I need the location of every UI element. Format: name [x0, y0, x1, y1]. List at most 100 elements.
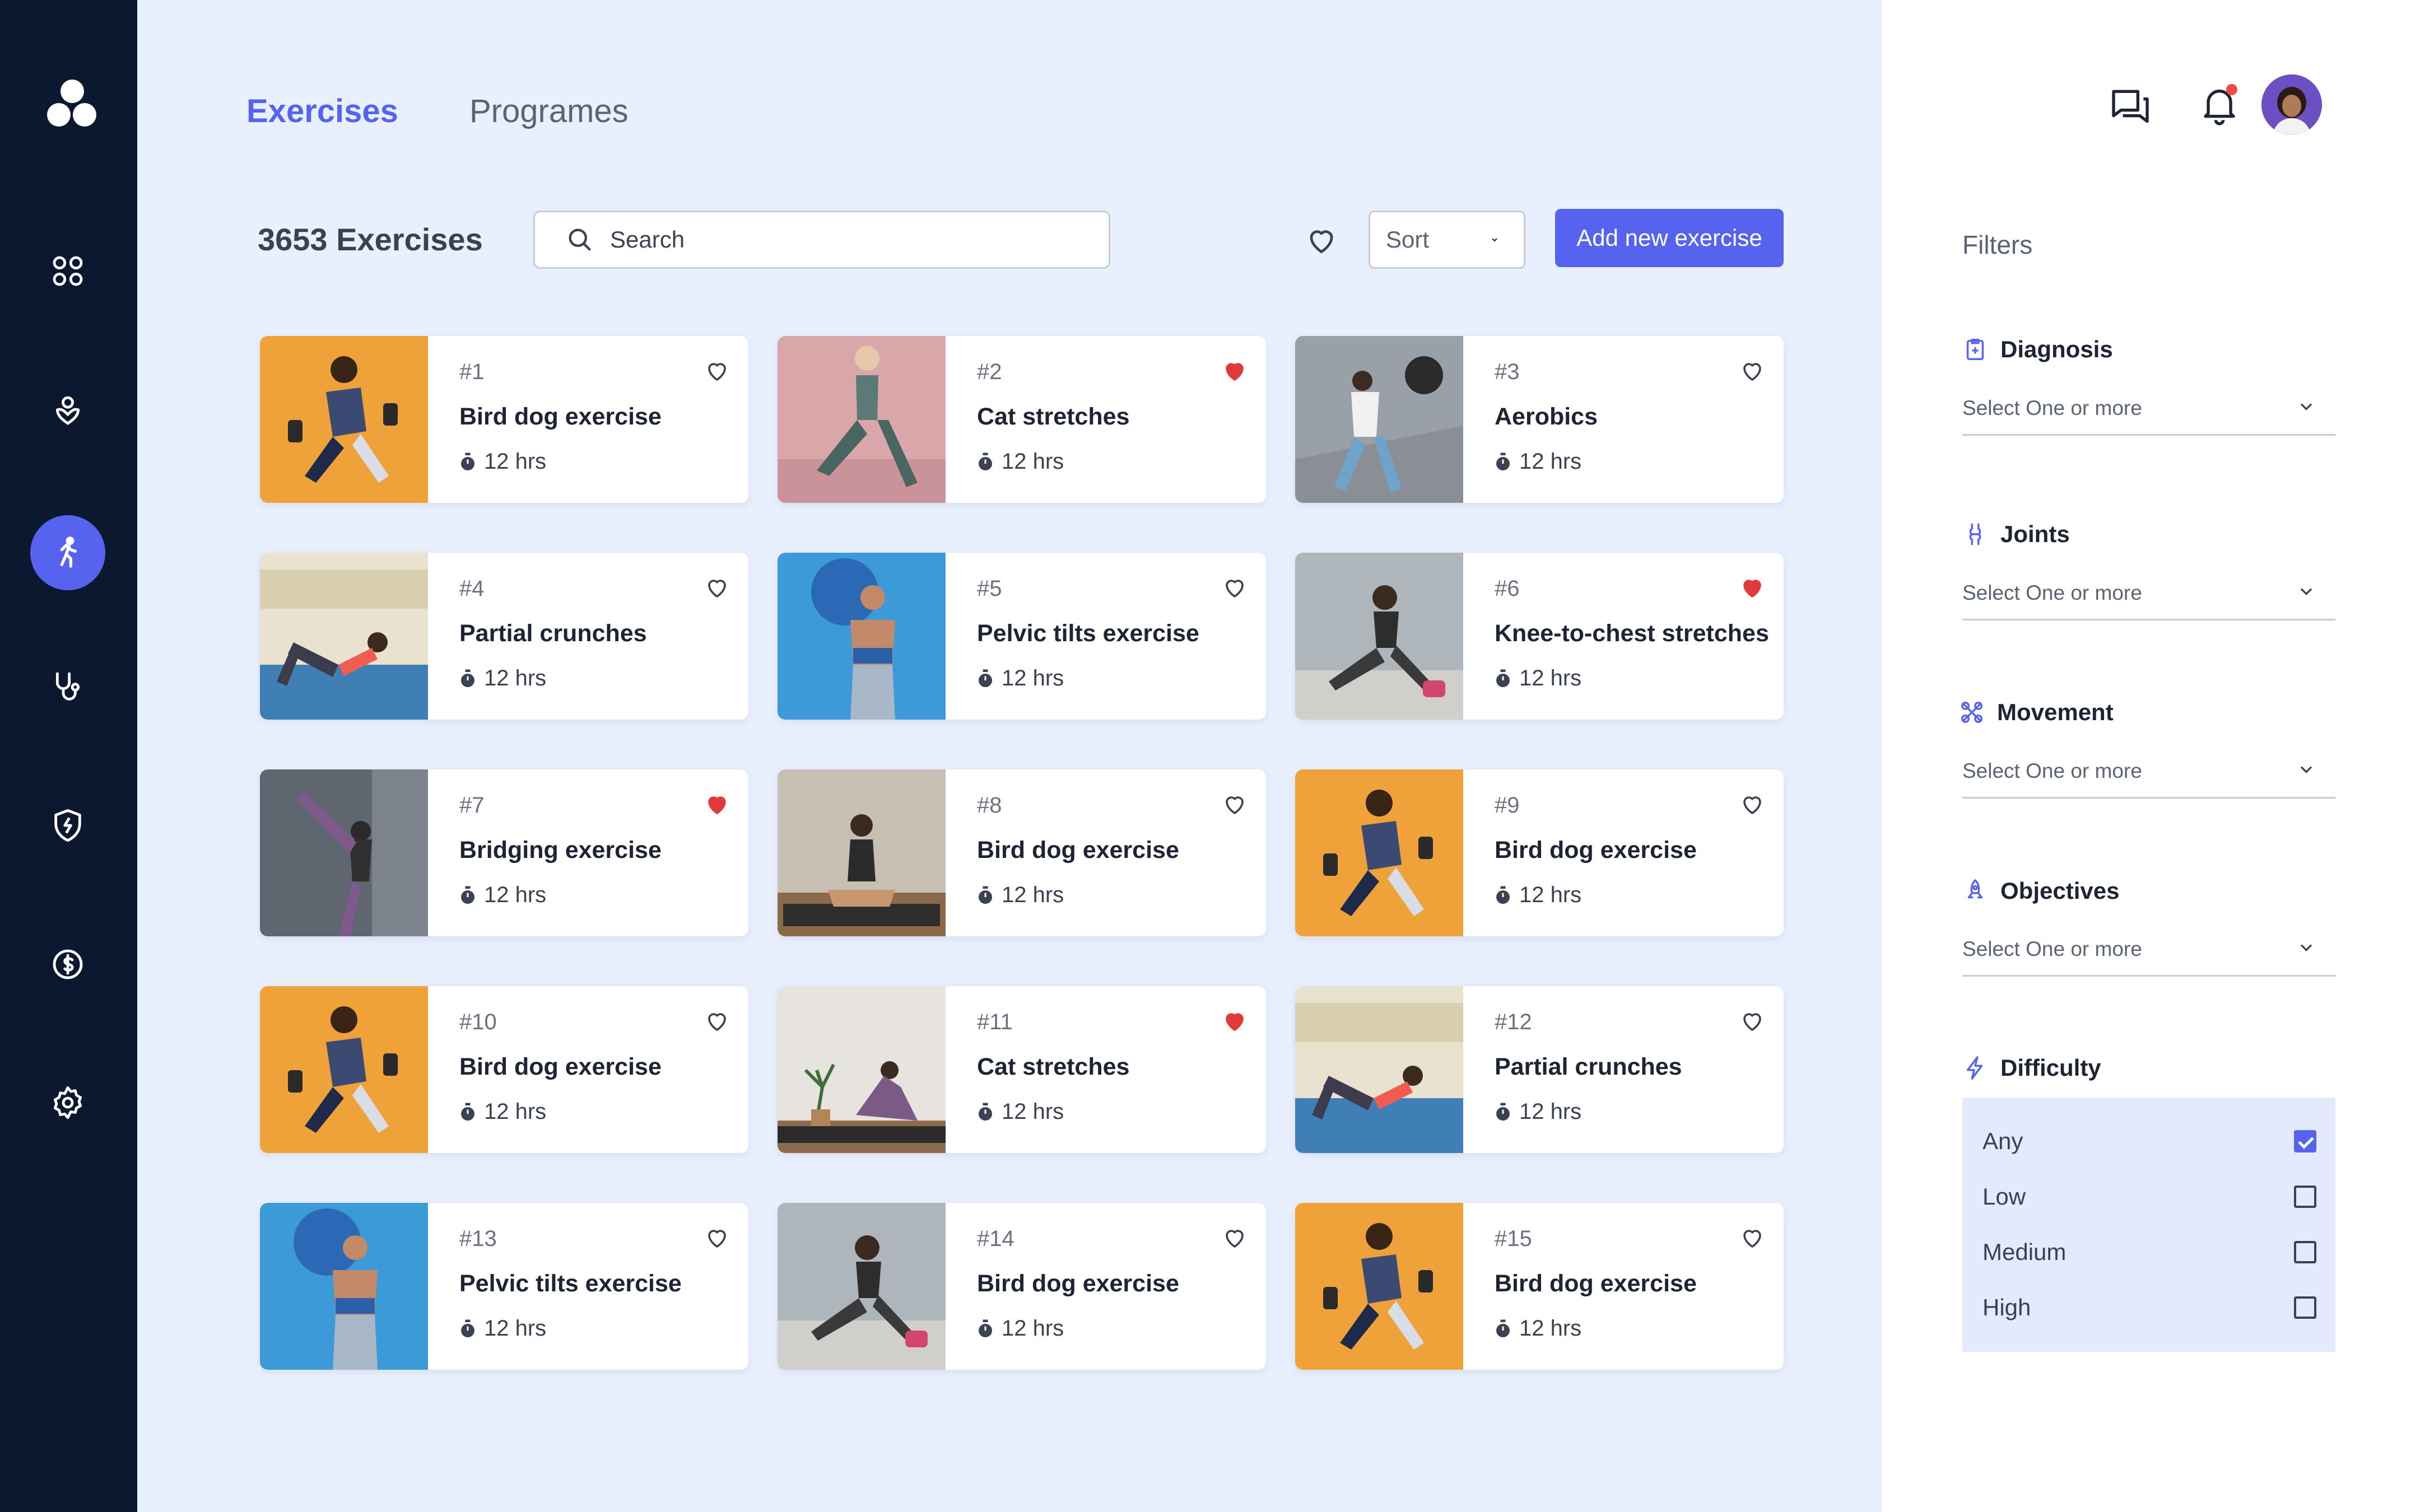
exercise-number: #11 [977, 1010, 1013, 1034]
heart-icon[interactable] [1221, 791, 1248, 818]
exercise-number: #5 [977, 576, 1002, 601]
objectives-select[interactable]: Select One or more [1962, 937, 2335, 977]
exercise-photo [778, 769, 946, 936]
add-exercise-button[interactable]: Add new exercise [1555, 209, 1784, 267]
exercise-number: #14 [977, 1226, 1014, 1251]
exercise-card[interactable]: #8 Bird dog exercise 12 hrs [778, 769, 1266, 936]
exercise-card[interactable]: #4 Partial crunches 12 hrs [260, 553, 748, 720]
exercise-title: Bird dog exercise [1495, 837, 1697, 864]
notifications-button[interactable] [2197, 82, 2242, 127]
checkbox[interactable] [2294, 1296, 2316, 1319]
exercise-duration: 12 hrs [1495, 666, 1581, 691]
settings-icon[interactable] [35, 1070, 101, 1136]
exercise-title: Bird dog exercise [459, 1053, 662, 1080]
exercise-number: #8 [977, 793, 1002, 818]
avatar[interactable] [2261, 74, 2322, 135]
stopwatch-icon [1496, 452, 1510, 470]
joints-select[interactable]: Select One or more [1962, 581, 2335, 620]
exercise-photo [260, 1203, 428, 1370]
exercise-duration: 12 hrs [1495, 449, 1581, 474]
exercise-card[interactable]: #9 Bird dog exercise 12 hrs [1295, 769, 1784, 936]
clipboard-plus-icon [1966, 339, 1984, 360]
exercise-photo [260, 553, 428, 720]
stopwatch-icon [1496, 669, 1510, 687]
shield-bolt-icon[interactable] [35, 792, 101, 858]
exercise-number: #7 [459, 793, 485, 818]
exercise-card[interactable]: #15 Bird dog exercise 12 hrs [1295, 1203, 1784, 1370]
exercise-card[interactable]: #13 Pelvic tilts exercise 12 hrs [260, 1203, 748, 1370]
exercise-card[interactable]: #1 Bird dog exercise 12 hrs [260, 336, 748, 503]
exercise-title: Bird dog exercise [977, 1270, 1179, 1297]
heart-icon[interactable] [704, 1224, 730, 1251]
favorites-heart-icon[interactable] [1304, 223, 1339, 258]
exercise-card[interactable]: #7 Bridging exercise 12 hrs [260, 769, 748, 936]
exercise-card[interactable]: #3 Aerobics 12 hrs [1295, 336, 1784, 503]
app-logo[interactable] [47, 80, 97, 130]
heart-filled-icon[interactable] [1221, 357, 1248, 384]
rocket-icon [1967, 879, 1983, 899]
heart-icon[interactable] [704, 574, 730, 601]
exercise-duration: 12 hrs [977, 883, 1064, 908]
exercise-number: #3 [1495, 360, 1520, 384]
heart-icon[interactable] [704, 1007, 730, 1034]
difficulty-option-high[interactable]: High [1982, 1291, 2316, 1324]
tab-programes[interactable]: Programes [469, 92, 629, 130]
exercise-card[interactable]: #12 Partial crunches 12 hrs [1295, 986, 1784, 1153]
dashboard-icon[interactable] [35, 238, 101, 304]
stopwatch-icon [979, 1319, 992, 1337]
exercise-title: Partial crunches [1495, 1053, 1682, 1080]
billing-icon[interactable] [35, 931, 101, 997]
heart-icon[interactable] [1739, 1224, 1766, 1251]
exercise-title: Cat stretches [977, 1053, 1130, 1080]
heart-icon[interactable] [1221, 574, 1248, 601]
exercise-card[interactable]: #6 Knee-to-chest stretches 12 hrs [1295, 553, 1784, 720]
chevron-down-icon [2300, 403, 2312, 410]
difficulty-option-any[interactable]: Any [1982, 1124, 2316, 1158]
exercise-title: Aerobics [1495, 403, 1598, 430]
heart-filled-icon[interactable] [1221, 1007, 1248, 1034]
sort-dropdown[interactable]: Sort [1369, 211, 1525, 269]
checkbox-checked[interactable] [2294, 1130, 2316, 1152]
heart-icon[interactable] [1739, 1007, 1766, 1034]
difficulty-options: Any Low Medium High [1962, 1098, 2335, 1352]
search-placeholder: Search [610, 226, 685, 253]
exercise-card[interactable]: #2 Cat stretches 12 hrs [778, 336, 1266, 503]
chevron-down-icon [2300, 944, 2312, 951]
chevron-down-icon [2300, 588, 2312, 595]
heart-filled-icon[interactable] [704, 791, 730, 818]
exercise-card[interactable]: #11 Cat stretches 12 hrs [778, 986, 1266, 1153]
checkbox[interactable] [2294, 1241, 2316, 1263]
exercise-card[interactable]: #10 Bird dog exercise 12 hrs [260, 986, 748, 1153]
heart-icon[interactable] [1739, 791, 1766, 818]
movement-select[interactable]: Select One or more [1962, 759, 2335, 799]
exercise-card[interactable]: #5 Pelvic tilts exercise 12 hrs [778, 553, 1266, 720]
messages-icon[interactable] [2108, 84, 2153, 129]
stopwatch-icon [979, 1103, 992, 1121]
heart-icon[interactable] [1221, 1224, 1248, 1251]
exercise-count: 3653 Exercises [258, 222, 483, 257]
heart-filled-icon[interactable] [1739, 574, 1766, 601]
exercise-icon[interactable] [30, 515, 105, 590]
stopwatch-icon [461, 886, 474, 904]
exercise-photo [260, 769, 428, 936]
exercise-photo [260, 336, 428, 503]
heart-icon[interactable] [704, 357, 730, 384]
exercise-duration: 12 hrs [459, 1099, 546, 1124]
difficulty-option-low[interactable]: Low [1982, 1180, 2316, 1214]
care-icon[interactable] [35, 377, 101, 443]
difficulty-option-medium[interactable]: Medium [1982, 1235, 2316, 1269]
exercise-title: Partial crunches [459, 620, 647, 647]
exercise-title: Bridging exercise [459, 837, 662, 864]
checkbox[interactable] [2294, 1186, 2316, 1208]
exercise-title: Knee-to-chest stretches [1495, 620, 1769, 647]
exercise-duration: 12 hrs [1495, 883, 1581, 908]
stopwatch-icon [979, 886, 992, 904]
chevron-down-icon [2300, 766, 2312, 773]
exercise-card[interactable]: #14 Bird dog exercise 12 hrs [778, 1203, 1266, 1370]
diagnosis-select[interactable]: Select One or more [1962, 396, 2335, 436]
tab-exercises[interactable]: Exercises [246, 92, 398, 130]
heart-icon[interactable] [1739, 357, 1766, 384]
stethoscope-icon[interactable] [35, 654, 101, 720]
search-input[interactable]: Search [533, 211, 1110, 269]
exercise-number: #13 [459, 1226, 497, 1251]
